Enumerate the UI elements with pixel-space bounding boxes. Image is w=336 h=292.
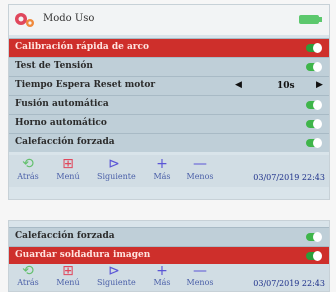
menu-item-label: Calibración rápida de arco: [15, 42, 150, 52]
back-button[interactable]: ⟲ Atrás: [11, 263, 45, 288]
settings-screen-scrolled: Calefacción forzada Guardar soldadura im…: [8, 220, 330, 292]
menu-item-horno-automatico[interactable]: Horno automático: [9, 114, 329, 133]
grid-icon: ⊞: [62, 156, 74, 172]
skip-next-icon: ⊳: [108, 156, 120, 172]
menu-item-label: Calefacción forzada: [15, 137, 115, 147]
plus-label: Más: [153, 172, 171, 181]
minus-label: Menos: [186, 172, 214, 181]
page-title: Modo Uso: [43, 13, 95, 24]
back-button[interactable]: ⟲ Atrás: [11, 155, 45, 181]
menu-item-label: Calefacción forzada: [15, 231, 115, 241]
menu-item-guardar-soldadura[interactable]: Guardar soldadura imagen: [9, 246, 329, 265]
next-label: Siguiente: [97, 278, 136, 287]
menu-item-label: Test de Tensión: [15, 61, 93, 71]
toggle-switch[interactable]: [306, 119, 322, 129]
footer-bar: ⟲ Atrás ⊞ Menú ⊳ Siguiente + Más — Menos…: [9, 264, 329, 291]
plus-button[interactable]: + Más: [145, 263, 179, 288]
footer-bar: ⟲ Atrás ⊞ Menú ⊳ Siguiente + Más — Menos…: [9, 155, 329, 187]
toggle-switch[interactable]: [306, 232, 322, 242]
menu-item-label: Guardar soldadura imagen: [15, 250, 151, 260]
menu-button[interactable]: ⊞ Menú: [51, 155, 85, 181]
menu-item-fusion-automatica[interactable]: Fusión automática: [9, 95, 329, 114]
plus-icon: +: [156, 263, 168, 279]
back-arrow-icon: ⟲: [22, 156, 34, 172]
menu-item-label: Horno automático: [15, 118, 107, 128]
timestamp: 03/07/2019 22:43: [253, 173, 325, 182]
menu-item-calefaccion-forzada[interactable]: Calefacción forzada: [9, 227, 329, 246]
back-arrow-icon: ⟲: [22, 263, 34, 279]
menu-item-calefaccion-forzada[interactable]: Calefacción forzada: [9, 133, 329, 152]
skip-next-icon: ⊳: [108, 263, 120, 279]
menu-item-calibracion[interactable]: Calibración rápida de arco: [9, 38, 329, 57]
decrease-arrow-icon[interactable]: ◀: [235, 80, 242, 90]
toggle-switch[interactable]: [306, 62, 322, 72]
menu-label: Menú: [56, 172, 80, 181]
back-label: Atrás: [17, 172, 39, 181]
menu-item-test-tension[interactable]: Test de Tensión: [9, 57, 329, 76]
menu-button[interactable]: ⊞ Menú: [51, 263, 85, 288]
toggle-switch[interactable]: [306, 100, 322, 110]
minus-icon: —: [193, 156, 207, 172]
settings-screen: Modo Uso Calibración rápida de arco Test…: [8, 4, 330, 200]
toggle-switch[interactable]: [306, 43, 322, 53]
toggle-switch[interactable]: [306, 138, 322, 148]
menu-item-label: Tiempo Espera Reset motor: [15, 80, 156, 90]
grid-icon: ⊞: [62, 263, 74, 279]
next-label: Siguiente: [97, 172, 136, 181]
menu-label: Menú: [56, 278, 80, 287]
plus-icon: +: [156, 156, 168, 172]
minus-icon: —: [193, 263, 207, 279]
next-button[interactable]: ⊳ Siguiente: [97, 155, 136, 181]
increase-arrow-icon[interactable]: ▶: [316, 80, 323, 90]
back-label: Atrás: [17, 278, 39, 287]
battery-icon: [299, 15, 322, 24]
timestamp: 03/07/2019 22:43: [253, 279, 325, 288]
plus-label: Más: [153, 278, 171, 287]
toggle-switch[interactable]: [306, 251, 322, 261]
plus-button[interactable]: + Más: [145, 155, 179, 181]
minus-button[interactable]: — Menos: [183, 155, 217, 181]
minus-label: Menos: [186, 278, 214, 287]
setting-value: 10s: [277, 81, 295, 91]
minus-button[interactable]: — Menos: [183, 263, 217, 288]
menu-item-label: Fusión automática: [15, 99, 109, 109]
header-bar: Modo Uso: [9, 5, 329, 35]
next-button[interactable]: ⊳ Siguiente: [97, 263, 136, 288]
gears-logo-icon: [15, 13, 34, 27]
menu-item-tiempo-espera[interactable]: Tiempo Espera Reset motor ◀ 10s ▶: [9, 76, 329, 95]
